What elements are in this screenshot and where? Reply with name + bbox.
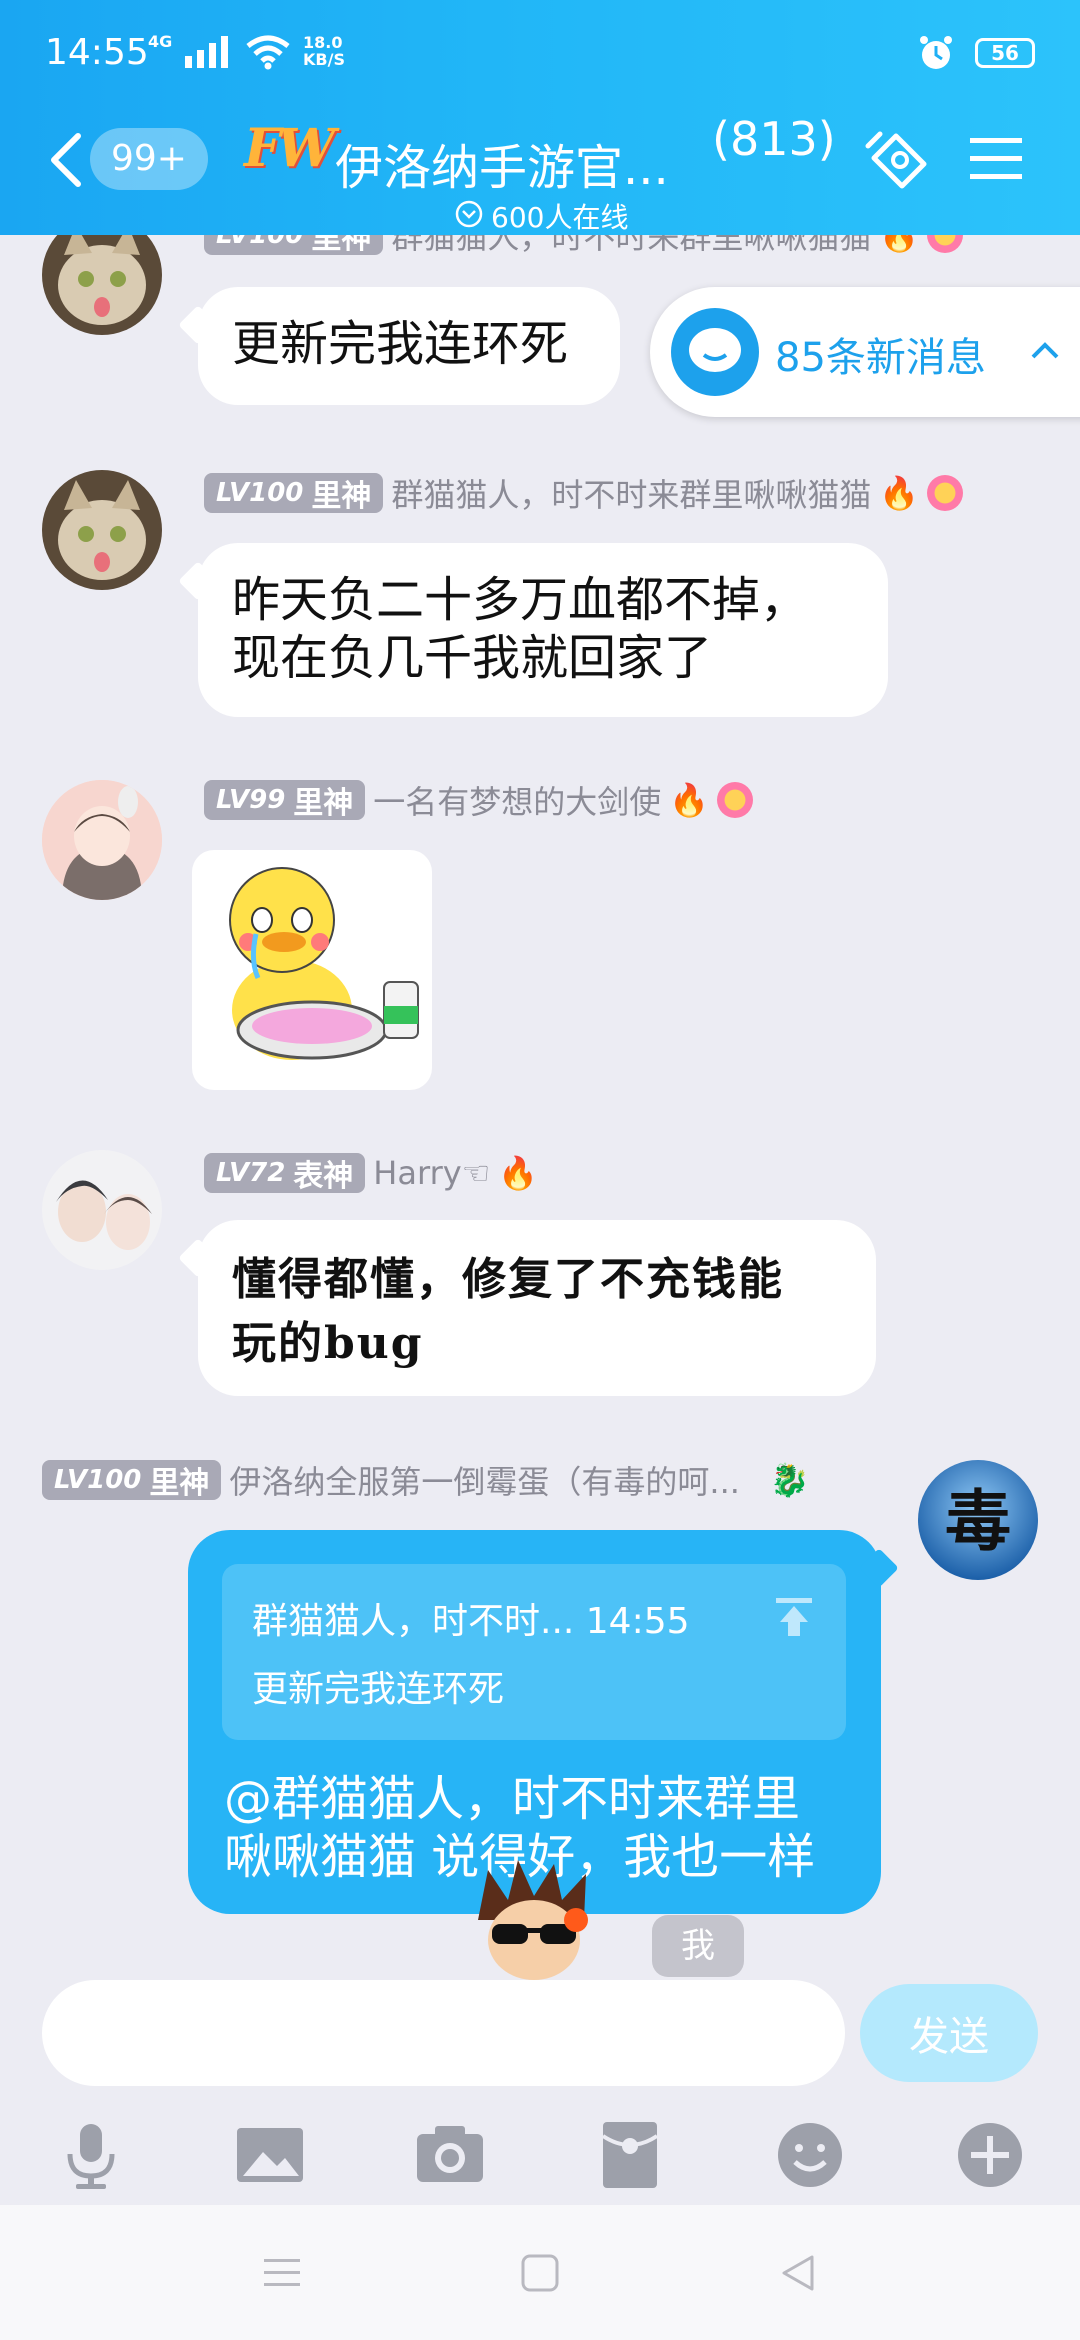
avatar-char: 毒 (945, 1482, 1011, 1560)
jump-to-top-icon[interactable] (772, 1594, 816, 1638)
level-badge: LV72 表神 (204, 1153, 366, 1194)
my-sender-meta: LV100 里神 伊洛纳全服第一倒霉蛋（有毒的呵... 🐉 (42, 1457, 810, 1503)
my-avatar[interactable]: 毒 (918, 1460, 1038, 1580)
message-bubble[interactable]: 懂得都懂，修复了不充钱能 玩的bug (198, 1220, 876, 1396)
back-triangle-icon[interactable] (776, 2251, 820, 2295)
level-title: 表神 (293, 1159, 354, 1194)
quote-text: 更新完我连环死 (252, 1669, 505, 1710)
level-title: 里神 (293, 786, 354, 821)
quoted-reply[interactable]: 群猫猫人，时不时... 14:55 更新完我连环死 (222, 1564, 846, 1740)
message-bubble[interactable]: 更新完我连环死 (198, 287, 620, 405)
status-bar: 14:55 4G 18.0 KB/S 56 (45, 28, 1035, 78)
level-badge: LV99 里神 (204, 780, 366, 821)
fire-icon: 🔥 (669, 781, 710, 819)
back-arrow-icon[interactable] (48, 132, 84, 188)
flower-badge-icon (717, 782, 754, 818)
level-number: LV100 (54, 1465, 142, 1495)
chat-bubble-icon (671, 308, 759, 396)
avatar-couple[interactable] (42, 1150, 162, 1270)
level-number: LV99 (216, 785, 286, 815)
wifi-icon (246, 35, 290, 70)
level-badge: LV100 里神 (42, 1460, 222, 1501)
plus-icon[interactable] (955, 2120, 1025, 2190)
unread-count-badge[interactable]: 99+ (90, 128, 208, 190)
level-number: LV72 (216, 1158, 286, 1188)
image-icon[interactable] (235, 2120, 305, 2190)
dragon-badge-icon: 🐉 (769, 1461, 810, 1499)
battery-indicator: 56 (975, 38, 1035, 68)
emoji-icon[interactable] (775, 2120, 845, 2190)
camera-icon[interactable] (415, 2120, 485, 2190)
level-title: 里神 (149, 1466, 210, 1501)
message-line: 懂得都懂，修复了不充钱能 (232, 1254, 784, 1305)
header: 14:55 4G 18.0 KB/S 56 99+ FW 伊洛纳手游官... (… (0, 0, 1080, 235)
level-number: LV100 (216, 478, 304, 508)
chat-messages[interactable]: LV100 里神 群猫猫人，时不时来群里啾啾猫猫 🔥 更新完我连环死 85条新消息… (0, 235, 1080, 1980)
me-sticker-label: 我 (652, 1915, 744, 1977)
group-title[interactable]: 伊洛纳手游官... (335, 128, 685, 198)
message-bubble[interactable]: 昨天负二十多万血都不掉， 现在负几千我就回家了 (198, 543, 888, 717)
avatar-cat[interactable] (42, 470, 162, 590)
chevron-down-circle-icon[interactable] (455, 200, 483, 228)
avatar-anime[interactable] (42, 780, 162, 900)
level-badge: LV100 里神 (204, 473, 384, 514)
level-title: 里神 (311, 235, 372, 256)
member-count[interactable]: (813) (712, 112, 836, 166)
quote-header: 群猫猫人，时不时... 14:55 (252, 1601, 690, 1642)
speed-unit: KB/S (303, 50, 345, 69)
fire-icon: 🔥 (879, 474, 920, 512)
system-nav-bar (0, 2205, 1080, 2340)
level-badge: LV100 里神 (204, 235, 384, 256)
signal-icon (185, 36, 228, 68)
my-message-bubble[interactable]: 群猫猫人，时不时... 14:55 更新完我连环死 @群猫猫人，时不时来群里 啾… (188, 1530, 881, 1914)
cat-photo (42, 470, 162, 590)
sender-nickname[interactable]: Harry☜ (373, 1154, 490, 1192)
chevron-up-icon (1031, 342, 1059, 359)
sender-meta: LV100 里神 群猫猫人，时不时来群里啾啾猫猫 🔥 (204, 470, 964, 516)
sender-meta: LV72 表神 Harry☜ 🔥 (204, 1153, 539, 1194)
network-speed: 18.0 KB/S (303, 34, 345, 68)
couple-photo (42, 1150, 162, 1270)
avatar-cat[interactable] (42, 235, 162, 335)
fire-icon: 🔥 (498, 1154, 539, 1192)
anime-avatar-image (42, 780, 162, 900)
recent-apps-icon[interactable] (260, 2251, 304, 2295)
cat-photo (42, 235, 162, 335)
sticker-message[interactable] (192, 850, 432, 1090)
input-toolbar (0, 2110, 1080, 2200)
level-title: 里神 (311, 479, 372, 514)
poison-avatar-image: 毒 (918, 1460, 1038, 1580)
online-count[interactable]: 600人在线 (491, 196, 628, 236)
message-line: @群猫猫人，时不时来群里 (224, 1771, 801, 1827)
group-shortcut-icon[interactable] (862, 128, 932, 194)
group-logo: FW (244, 118, 335, 179)
red-packet-icon[interactable] (595, 2120, 665, 2190)
new-messages-button[interactable]: 85条新消息 (650, 287, 1080, 417)
message-line: 玩的bug (232, 1318, 424, 1369)
menu-icon[interactable] (968, 134, 1024, 184)
new-messages-count: 85条新消息 (775, 335, 986, 381)
alarm-icon (920, 36, 952, 69)
network-type: 4G (148, 32, 173, 51)
status-time: 14:55 (45, 32, 149, 73)
sender-meta: LV99 里神 一名有梦想的大剑使 🔥 (204, 777, 754, 823)
message-line: 现在负几千我就回家了 (232, 630, 713, 686)
send-button[interactable]: 发送 (860, 1984, 1038, 2082)
level-number: LV100 (216, 235, 304, 250)
microphone-icon[interactable] (56, 2120, 126, 2190)
home-icon[interactable] (518, 2251, 562, 2295)
sender-meta: LV100 里神 群猫猫人，时不时来群里啾啾猫猫 🔥 (204, 235, 964, 258)
sender-nickname[interactable]: 一名有梦想的大剑使 (373, 777, 661, 823)
sender-nickname[interactable]: 伊洛纳全服第一倒霉蛋（有毒的呵... (229, 1457, 740, 1503)
message-input[interactable] (42, 1980, 845, 2086)
flower-badge-icon (927, 235, 964, 253)
crying-duck-sticker (229, 867, 419, 1060)
sunglasses-character-sticker (478, 1860, 588, 1980)
sender-nickname[interactable]: 群猫猫人，时不时来群里啾啾猫猫 (391, 470, 871, 516)
fire-icon: 🔥 (879, 235, 920, 254)
sender-nickname[interactable]: 群猫猫人，时不时来群里啾啾猫猫 (391, 235, 871, 258)
message-line: 昨天负二十多万血都不掉， (232, 572, 809, 628)
flower-badge-icon (927, 475, 964, 511)
input-bar: 发送 (0, 1980, 1080, 2205)
